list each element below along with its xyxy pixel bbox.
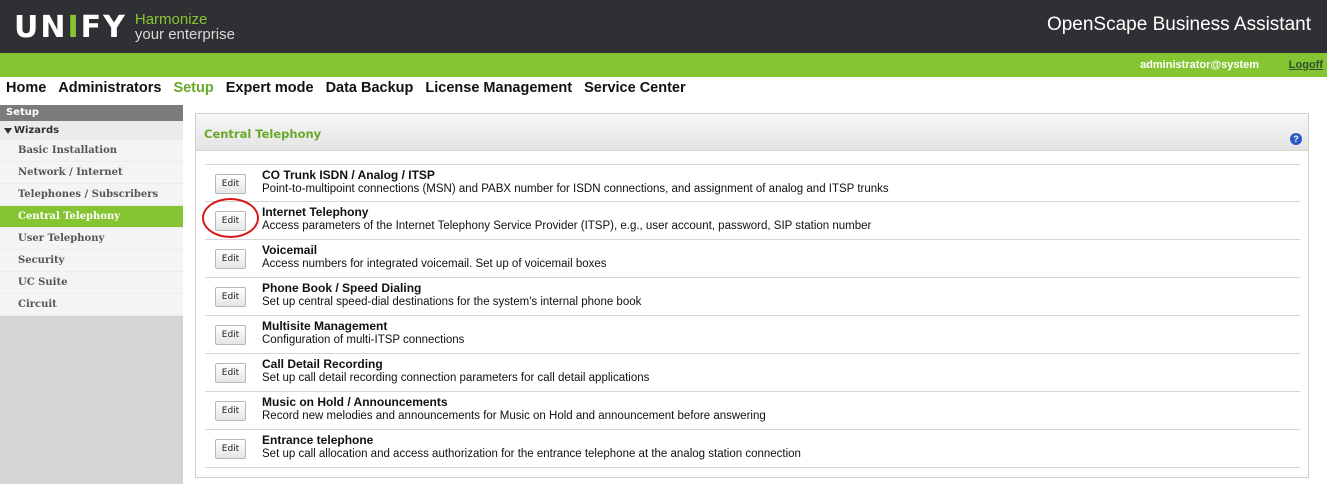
sidebar-item-user-telephony[interactable]: User Telephony bbox=[0, 228, 183, 250]
edit-button[interactable]: Edit bbox=[215, 174, 246, 194]
tagline-line2: your enterprise bbox=[134, 26, 235, 43]
wizard-description: Set up call allocation and access author… bbox=[262, 448, 801, 460]
sidebar-group-label: Wizards bbox=[14, 125, 60, 136]
edit-button[interactable]: Edit bbox=[215, 211, 246, 231]
nav-home[interactable]: Home bbox=[6, 80, 46, 100]
sidebar-item-security[interactable]: Security bbox=[0, 250, 183, 272]
tagline: Harmonize your enterprise bbox=[135, 12, 235, 42]
edit-button[interactable]: Edit bbox=[215, 287, 246, 307]
wizard-row-internet-telephony: Edit Internet Telephony Access parameter… bbox=[205, 202, 1300, 240]
wizard-description: Set up central speed-dial destinations f… bbox=[262, 296, 642, 308]
wizard-description: Point-to-multipoint connections (MSN) an… bbox=[262, 183, 889, 195]
sidebar-item-central-telephony[interactable]: Central Telephony bbox=[0, 206, 183, 228]
sidebar-item-basic-installation[interactable]: Basic Installation bbox=[0, 140, 183, 162]
nav-expert-mode[interactable]: Expert mode bbox=[226, 80, 314, 100]
edit-button[interactable]: Edit bbox=[215, 325, 246, 345]
sidebar-item-telephones-subscribers[interactable]: Telephones / Subscribers bbox=[0, 184, 183, 206]
current-user: administrator@system bbox=[1140, 59, 1259, 71]
help-icon[interactable]: ? bbox=[1290, 133, 1302, 145]
nav-license-management[interactable]: License Management bbox=[425, 80, 572, 100]
wizard-row-call-detail-recording: Edit Call Detail Recording Set up call d… bbox=[205, 354, 1300, 392]
wizard-title: Internet Telephony bbox=[262, 205, 369, 219]
nav-service-center[interactable]: Service Center bbox=[584, 80, 686, 100]
wizard-title: Voicemail bbox=[262, 243, 318, 257]
wizard-row-phone-book: Edit Phone Book / Speed Dialing Set up c… bbox=[205, 278, 1300, 316]
app-title: OpenScape Business Assistant bbox=[1046, 14, 1311, 35]
wizard-title: Multisite Management bbox=[262, 319, 388, 333]
wizard-row-entrance-telephone: Edit Entrance telephone Set up call allo… bbox=[205, 430, 1300, 468]
sidebar-group-wizards[interactable]: Wizards bbox=[0, 121, 183, 140]
wizard-title: Music on Hold / Announcements bbox=[262, 395, 448, 409]
sidebar-title: Setup bbox=[0, 105, 183, 121]
sidebar: Setup Wizards Basic Installation Network… bbox=[0, 105, 183, 484]
central-telephony-panel: Central Telephony ? Edit CO Trunk ISDN /… bbox=[195, 113, 1309, 478]
edit-button[interactable]: Edit bbox=[215, 363, 246, 383]
panel-title: Central Telephony bbox=[204, 127, 322, 141]
nav-administrators[interactable]: Administrators bbox=[58, 80, 161, 100]
wizard-description: Set up call detail recording connection … bbox=[262, 372, 650, 384]
top-navigation: Home Administrators Setup Expert mode Da… bbox=[0, 80, 692, 100]
triangle-down-icon bbox=[4, 127, 12, 134]
wizard-description: Access numbers for integrated voicemail.… bbox=[262, 258, 607, 270]
wizard-title: Call Detail Recording bbox=[262, 357, 383, 371]
wizard-row-multisite: Edit Multisite Management Configuration … bbox=[205, 316, 1300, 354]
edit-button[interactable]: Edit bbox=[215, 401, 246, 421]
wizard-description: Access parameters of the Internet Teleph… bbox=[262, 220, 872, 232]
edit-button[interactable]: Edit bbox=[215, 439, 246, 459]
sidebar-item-circuit[interactable]: Circuit bbox=[0, 294, 183, 316]
nav-setup[interactable]: Setup bbox=[173, 80, 213, 100]
panel-header: Central Telephony ? bbox=[196, 114, 1308, 151]
unify-logo: UNIFY Harmonize your enterprise bbox=[14, 9, 235, 45]
wizard-title: Entrance telephone bbox=[262, 433, 374, 447]
wizard-title: CO Trunk ISDN / Analog / ITSP bbox=[262, 168, 435, 182]
edit-button[interactable]: Edit bbox=[215, 249, 246, 269]
wizard-description: Configuration of multi-ITSP connections bbox=[262, 334, 465, 346]
wizard-row-voicemail: Edit Voicemail Access numbers for integr… bbox=[205, 240, 1300, 278]
logoff-link[interactable]: Logoff bbox=[1289, 59, 1323, 71]
wizard-description: Record new melodies and announcements fo… bbox=[262, 410, 766, 422]
wizard-row-co-trunk: Edit CO Trunk ISDN / Analog / ITSP Point… bbox=[205, 164, 1300, 202]
user-bar: administrator@system Logoff bbox=[0, 53, 1327, 77]
app-header: UNIFY Harmonize your enterprise OpenScap… bbox=[0, 0, 1327, 53]
tagline-line1: Harmonize bbox=[134, 11, 208, 28]
wizard-row-music-on-hold: Edit Music on Hold / Announcements Recor… bbox=[205, 392, 1300, 430]
wizard-title: Phone Book / Speed Dialing bbox=[262, 281, 422, 295]
sidebar-item-uc-suite[interactable]: UC Suite bbox=[0, 272, 183, 294]
sidebar-item-network-internet[interactable]: Network / Internet bbox=[0, 162, 183, 184]
logo-text: UNIFY bbox=[14, 9, 127, 45]
nav-data-backup[interactable]: Data Backup bbox=[326, 80, 414, 100]
